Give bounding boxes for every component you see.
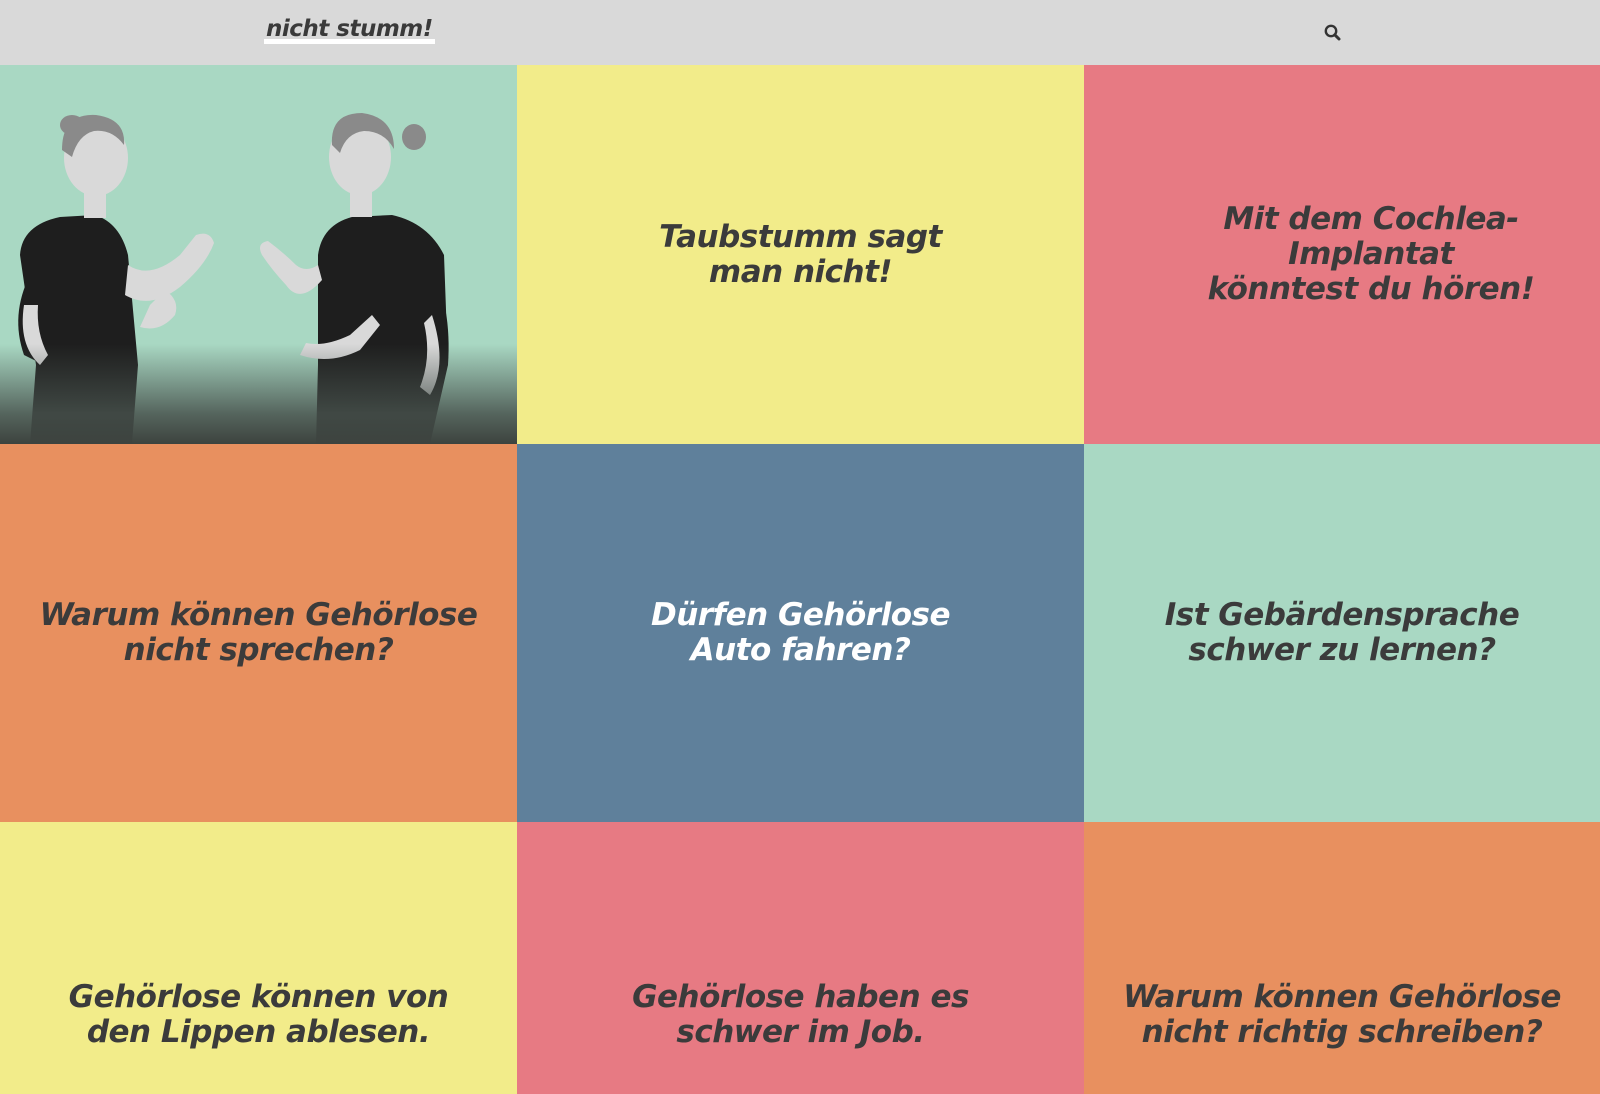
tile-title: Ist Gebärdensprache schwer zu lernen? xyxy=(1164,597,1520,668)
tile-photo-sign-language[interactable] xyxy=(0,65,517,444)
tile-cochlea-implantat[interactable]: Mit dem Cochlea-Implantat könntest du hö… xyxy=(1084,65,1600,444)
search-button[interactable] xyxy=(1322,22,1344,44)
tile-title: Warum können Gehörlose nicht richtig sch… xyxy=(1123,979,1561,1050)
tile-title: Taubstumm sagt man nicht! xyxy=(659,218,942,290)
tile-schreiben[interactable]: Warum können Gehörlose nicht richtig sch… xyxy=(1084,822,1600,1094)
tile-job[interactable]: Gehörlose haben es schwer im Job. xyxy=(517,822,1084,1094)
tile-title: Mit dem Cochlea-Implantat könntest du hö… xyxy=(1207,201,1535,307)
top-navigation-bar: nicht stumm! xyxy=(0,0,1600,65)
tile-title: Warum können Gehörlose nicht sprechen? xyxy=(39,597,478,668)
tile-sprechen[interactable]: Warum können Gehörlose nicht sprechen? xyxy=(0,444,517,822)
tile-auto-fahren[interactable]: Dürfen Gehörlose Auto fahren? xyxy=(517,444,1084,822)
tile-gebaerdensprache[interactable]: Ist Gebärdensprache schwer zu lernen? xyxy=(1084,444,1600,822)
tile-title: Gehörlose haben es schwer im Job. xyxy=(632,979,969,1050)
tile-title: Gehörlose können von den Lippen ablesen. xyxy=(68,979,449,1050)
tile-taubstumm[interactable]: Taubstumm sagt man nicht! xyxy=(517,65,1084,444)
site-logo[interactable]: nicht stumm! xyxy=(264,16,435,44)
search-icon xyxy=(1324,24,1341,41)
tile-lippen-ablesen[interactable]: Gehörlose können von den Lippen ablesen. xyxy=(0,822,517,1094)
photo-fade-overlay xyxy=(0,344,517,444)
tile-title: Dürfen Gehörlose Auto fahren? xyxy=(651,597,951,668)
